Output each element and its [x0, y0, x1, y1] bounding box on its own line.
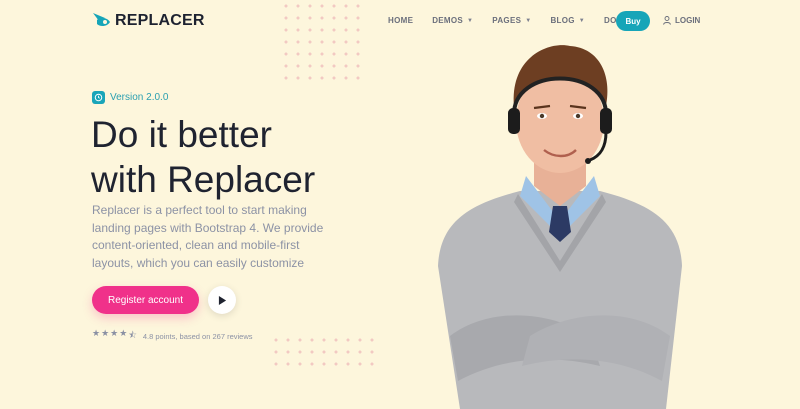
nav-label: HOME: [388, 16, 414, 25]
support-agent-photo: [438, 45, 682, 409]
brand-logo[interactable]: REPLACER: [91, 11, 205, 31]
version-text: Version 2.0.0: [110, 92, 169, 103]
nav-item-pages[interactable]: PAGES ▼: [492, 16, 531, 25]
star-icon: ★: [92, 328, 101, 338]
headline-line: with Replacer: [91, 159, 316, 200]
clock-icon: [92, 91, 105, 104]
register-account-button[interactable]: Register account: [92, 286, 199, 314]
half-star-icon: ⯪: [128, 330, 137, 340]
nav-item-demos[interactable]: DEMOS ▼: [432, 16, 473, 25]
brand-name: REPLACER: [115, 12, 205, 29]
chevron-down-icon: ▼: [525, 17, 532, 24]
buy-button[interactable]: Buy: [616, 11, 650, 31]
login-link[interactable]: LOGIN: [663, 16, 700, 25]
headline-line: Do it better: [91, 114, 272, 155]
nav-label: DEMOS: [432, 16, 464, 25]
hero-headline: Do it better with Replacer: [91, 112, 391, 202]
star-rating: ★ ★ ★ ★ ⯪: [92, 328, 137, 344]
nav-label: PAGES: [492, 16, 522, 25]
decorative-dots-bottom: [270, 334, 380, 374]
rating: ★ ★ ★ ★ ⯪ 4.8 points, based on 267 revie…: [92, 328, 253, 344]
star-icon: ★: [119, 328, 128, 338]
nav-label: BLOG: [550, 16, 575, 25]
play-icon: [218, 295, 226, 305]
chevron-down-icon: ▼: [467, 17, 474, 24]
star-icon: ★: [101, 328, 110, 338]
rocket-logo-icon: [93, 13, 110, 27]
star-icon: ★: [110, 328, 119, 338]
version-badge: Version 2.0.0: [92, 91, 168, 104]
hero-description: Replacer is a perfect tool to start maki…: [92, 203, 324, 270]
login-label: LOGIN: [675, 16, 701, 25]
chevron-down-icon: ▼: [578, 17, 586, 24]
nav-item-blog[interactable]: BLOG ▼: [550, 16, 585, 25]
nav-item-home[interactable]: HOME: [388, 16, 413, 25]
play-video-button[interactable]: [208, 286, 236, 314]
user-icon: [663, 16, 671, 25]
rating-text: 4.8 points, based on 267 reviews: [142, 331, 253, 341]
